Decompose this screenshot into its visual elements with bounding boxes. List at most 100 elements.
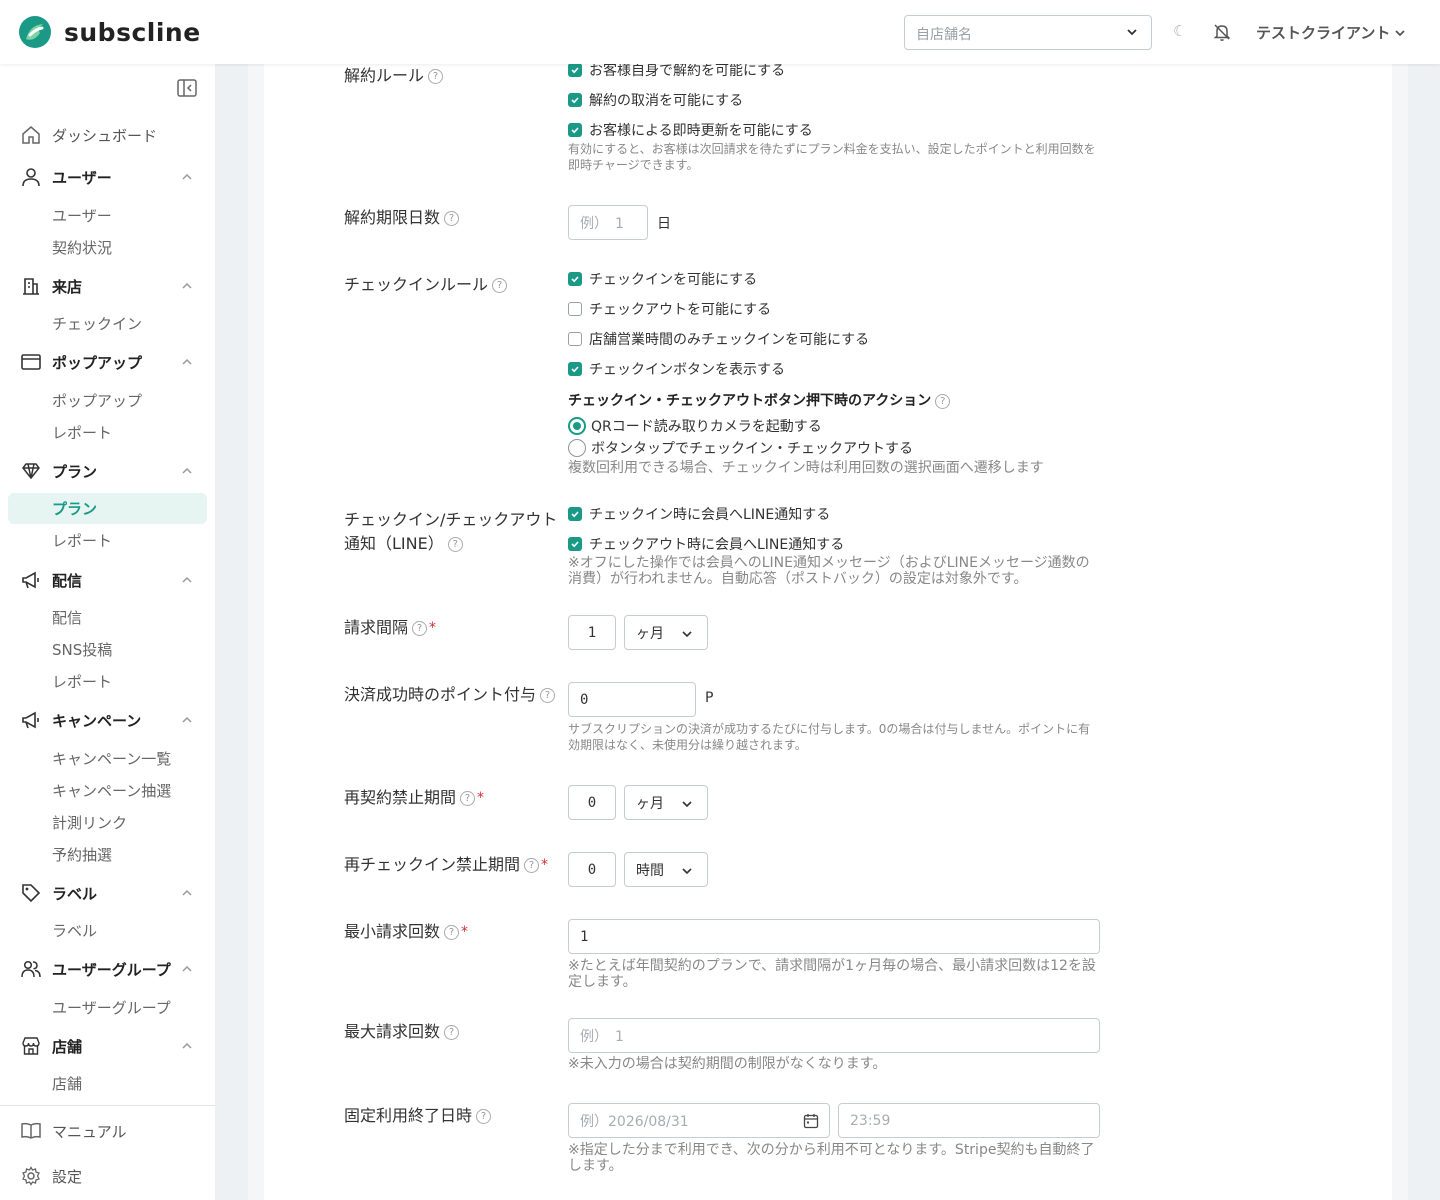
fixed-end-date-input[interactable]: 例）2026/08/31 xyxy=(568,1103,830,1138)
sidebar-group-popup[interactable]: ポップアップ xyxy=(20,350,142,374)
radio-unselected-icon xyxy=(568,439,586,457)
recheckin-ban-unit-select[interactable]: 時間 xyxy=(624,852,708,887)
fixed-end-note: ※指定した分まで利用でき、次の分から利用不可となります。Stripe契約も自動終… xyxy=(568,1142,1095,1174)
chevron-up-icon[interactable] xyxy=(181,281,193,291)
chevron-up-icon[interactable] xyxy=(181,964,193,974)
billing-interval-unit-select[interactable]: ヶ月 xyxy=(624,615,708,650)
radio-selected-icon xyxy=(568,417,586,435)
sidebar-item-settings[interactable]: 設定 xyxy=(20,1164,82,1188)
recontract-ban-input[interactable]: 0 xyxy=(568,785,616,820)
sidebar-item-delivery-report[interactable]: レポート xyxy=(52,671,112,693)
sidebar-group-campaign[interactable]: キャンペーン xyxy=(20,708,141,732)
sidebar-group-plan[interactable]: プラン xyxy=(20,459,97,483)
help-icon[interactable]: ? xyxy=(444,925,460,940)
checkbox-checked-icon xyxy=(568,507,582,521)
sidebar-divider xyxy=(0,1105,215,1106)
cancel-deadline-input[interactable]: 例） 1 xyxy=(568,205,648,240)
sidebar-item-usergroup[interactable]: ユーザーグループ xyxy=(52,997,171,1019)
chevron-up-icon[interactable] xyxy=(181,888,193,898)
moon-icon[interactable]: ☾ xyxy=(1173,22,1186,40)
help-icon[interactable]: ? xyxy=(540,688,556,703)
bell-off-icon[interactable] xyxy=(1212,22,1232,46)
fixed-end-time-input[interactable]: 23:59 xyxy=(838,1103,1100,1138)
help-icon[interactable]: ? xyxy=(428,69,444,84)
chevron-up-icon[interactable] xyxy=(181,172,193,182)
checkbox-enable-checkin[interactable]: チェックインを可能にする xyxy=(568,269,757,289)
sidebar-item-popup-report[interactable]: レポート xyxy=(52,422,112,444)
checkbox-notify-checkin[interactable]: チェックイン時に会員へLINE通知する xyxy=(568,504,830,524)
chevron-up-icon[interactable] xyxy=(181,357,193,367)
checkbox-checked-icon xyxy=(568,272,582,286)
radio-button-tap[interactable]: ボタンタップでチェックイン・チェックアウトする xyxy=(568,438,913,458)
checkbox-enable-checkout[interactable]: チェックアウトを可能にする xyxy=(568,299,771,319)
recontract-ban-unit-select[interactable]: ヶ月 xyxy=(624,785,708,820)
sidebar-item-campaign-lottery[interactable]: キャンペーン抽選 xyxy=(52,780,171,802)
chevron-down-icon xyxy=(682,631,692,638)
client-menu[interactable]: テストクライアント xyxy=(1256,22,1406,43)
chevron-up-icon[interactable] xyxy=(181,715,193,725)
checkbox-show-checkin-button[interactable]: チェックインボタンを表示する xyxy=(568,359,785,379)
help-icon[interactable]: ? xyxy=(476,1109,492,1124)
help-icon[interactable]: ? xyxy=(524,858,540,873)
sidebar-group-visit[interactable]: 来店 xyxy=(20,274,82,298)
sidebar-item-plan-report[interactable]: レポート xyxy=(52,530,112,552)
sidebar-item-sns-post[interactable]: SNS投稿 xyxy=(52,639,112,661)
billing-interval-input[interactable]: 1 xyxy=(568,615,616,650)
sidebar-item-checkin[interactable]: チェックイン xyxy=(52,313,142,335)
help-icon[interactable]: ? xyxy=(492,278,508,293)
checkin-action-heading: チェックイン・チェックアウトボタン押下時のアクション? xyxy=(568,390,951,410)
home-icon xyxy=(20,124,42,146)
help-icon[interactable]: ? xyxy=(444,211,460,226)
chevron-up-icon[interactable] xyxy=(181,466,193,476)
checkbox-checked-icon xyxy=(568,123,582,137)
min-billing-input[interactable]: 1 xyxy=(568,919,1100,954)
checkbox-instant-renew[interactable]: お客様による即時更新を可能にする xyxy=(568,120,813,140)
recheckin-ban-label: 再チェックイン禁止期間? * xyxy=(344,855,549,874)
sidebar-item-popup[interactable]: ポップアップ xyxy=(52,390,142,412)
checkbox-notify-checkout[interactable]: チェックアウト時に会員へLINE通知する xyxy=(568,534,844,554)
sidebar-item-reservation-lottery[interactable]: 予約抽選 xyxy=(52,844,112,866)
sidebar-item-tracking-link[interactable]: 計測リンク xyxy=(52,812,127,834)
tag-icon xyxy=(20,882,42,904)
sidebar-group-label: ユーザーグループ xyxy=(52,960,171,979)
sidebar-group-label: ユーザー xyxy=(52,168,112,187)
store-select[interactable]: 自店舗名 xyxy=(904,15,1152,50)
checkbox-cancel-revoke[interactable]: 解約の取消を可能にする xyxy=(568,90,743,110)
chevron-up-icon[interactable] xyxy=(181,1041,193,1051)
sidebar-group-user[interactable]: ユーザー xyxy=(20,165,112,189)
sidebar-group-label: 店舗 xyxy=(52,1037,83,1056)
payment-points-input[interactable]: 0 xyxy=(568,682,696,717)
radio-qr-camera[interactable]: QRコード読み取りカメラを起動する xyxy=(568,416,822,436)
building-icon xyxy=(20,275,42,297)
diamond-icon xyxy=(20,460,42,482)
sidebar-item-plan[interactable]: プラン xyxy=(52,498,97,520)
checkbox-unchecked-icon xyxy=(568,332,582,346)
sidebar-item-users[interactable]: ユーザー xyxy=(52,205,112,227)
help-icon[interactable]: ? xyxy=(444,1025,460,1040)
sidebar-item-dashboard[interactable]: ダッシュボード xyxy=(20,123,157,147)
help-icon[interactable]: ? xyxy=(935,393,951,409)
sidebar-group-delivery[interactable]: 配信 xyxy=(20,568,82,592)
sidebar-item-contracts[interactable]: 契約状況 xyxy=(52,237,112,259)
sidebar-item-manual[interactable]: マニュアル xyxy=(20,1119,127,1143)
max-billing-input[interactable]: 例） 1 xyxy=(568,1018,1100,1053)
recheckin-ban-input[interactable]: 0 xyxy=(568,852,616,887)
sidebar-group-store[interactable]: 店舗 xyxy=(20,1034,82,1058)
sidebar-item-campaign-list[interactable]: キャンペーン一覧 xyxy=(52,748,171,770)
calendar-icon[interactable] xyxy=(803,1113,819,1129)
brand-logo[interactable]: subscline xyxy=(16,15,201,49)
help-icon[interactable]: ? xyxy=(412,621,428,636)
cancel-deadline-unit: 日 xyxy=(657,216,671,232)
chevron-up-icon[interactable] xyxy=(181,575,193,585)
sidebar-item-label-list[interactable]: ラベル xyxy=(52,920,97,942)
checkin-notify-label: チェックイン/チェックアウト 通知（LINE）? xyxy=(344,510,558,553)
sidebar-group-label[interactable]: ラベル xyxy=(20,881,97,905)
checkbox-business-hours-only[interactable]: 店舗営業時間のみチェックインを可能にする xyxy=(568,329,869,349)
help-icon[interactable]: ? xyxy=(460,791,476,806)
sidebar-group-usergroup[interactable]: ユーザーグループ xyxy=(20,957,171,981)
sidebar-collapse-icon[interactable] xyxy=(177,79,197,101)
checkbox-checked-icon xyxy=(568,93,582,107)
sidebar-item-store[interactable]: 店舗 xyxy=(52,1073,82,1095)
sidebar-item-delivery[interactable]: 配信 xyxy=(52,607,82,629)
help-icon[interactable]: ? xyxy=(447,537,463,552)
